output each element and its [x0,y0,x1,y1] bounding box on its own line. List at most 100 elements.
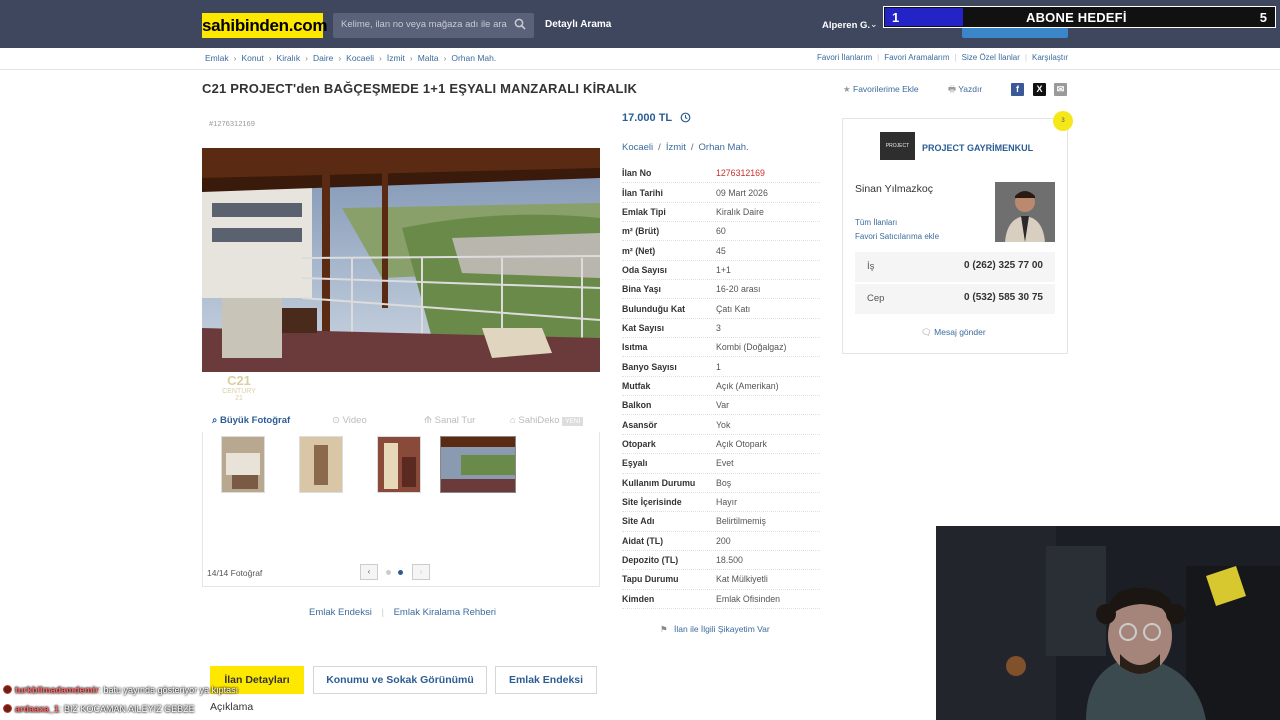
x-share-icon[interactable]: X [1033,83,1046,96]
location-city[interactable]: Kocaeli [622,142,653,153]
breadcrumb-separator: › [233,53,237,63]
breadcrumb-item[interactable]: Emlak [205,53,229,63]
site-logo[interactable]: sahibinden.com [202,13,328,38]
location-district[interactable]: İzmit [666,142,686,153]
print-link[interactable]: 🖶 Yazdır [948,84,982,98]
thumbnail[interactable] [299,436,343,493]
detail-row: Isıtma Kombi (Doğalgaz) [622,338,820,358]
report-listing-link[interactable]: ⚑ İlan ile İlgili Şikayetim Var [660,624,770,635]
link-separator: | [877,53,880,62]
detail-key: Balkon [622,400,652,411]
detail-row: Oda Sayısı 1+1 [622,261,820,281]
detail-row: Banyo Sayısı 1 [622,357,820,377]
pager-dot[interactable] [386,570,391,575]
detail-row: Emlak Tipi Kiralık Daire [622,203,820,223]
detail-value: Boş [716,477,732,488]
house-icon: ⌂ [510,415,516,426]
emlak-endeksi-link[interactable]: Emlak Endeksi [309,607,372,618]
send-message-link[interactable]: 🗨 Mesaj gönder [921,327,986,338]
report-listing-label: İlan ile İlgili Şikayetim Var [674,624,770,634]
tab-emlak-endeksi[interactable]: Emlak Endeksi [495,666,597,694]
detail-row: Tapu Durumu Kat Mülkiyetli [622,570,820,590]
detail-key: Kat Sayısı [622,322,665,333]
detail-row: Kat Sayısı 3 [622,319,820,339]
search-icon[interactable] [514,18,526,30]
top-link[interactable]: Favori İlanlarım [817,53,872,62]
chat-text: : BIZ KOCAMAN AILEYIZ GEBZE [59,704,195,714]
add-favorite-link[interactable]: ★ Favorilerime Ekle [843,84,919,95]
tab-location-street-view[interactable]: Konumu ve Sokak Görünümü [313,666,487,694]
thumbnail[interactable] [377,436,421,493]
detail-row: Balkon Var [622,396,820,416]
main-photo[interactable] [202,148,600,372]
breadcrumb-item[interactable]: Daire [313,53,333,63]
balcony-photo [202,148,600,372]
breadcrumb-separator: › [409,53,413,63]
breadcrumb-item[interactable]: Kocaeli [346,53,374,63]
all-ads-link[interactable]: Tüm İlanları [855,218,897,227]
prev-photo-button[interactable]: ‹ [360,564,378,580]
phone-mobile-number[interactable]: 0 (532) 585 30 75 [964,292,1043,303]
printer-icon: 🖶 [948,84,957,94]
link-separator: | [1024,53,1027,62]
detail-key: İlan No [622,168,652,179]
chevron-down-icon[interactable]: ⌄ [870,19,878,30]
user-menu[interactable]: Alperen G. [822,20,870,31]
breadcrumb-item[interactable]: İzmit [387,53,405,63]
tab-large-photo[interactable]: ⌕ Büyük Fotoğraf [212,415,290,426]
seller-logo[interactable]: PROJECT [880,132,915,160]
tab-video[interactable]: ⊙ Video [332,415,367,426]
advanced-search-link[interactable]: Detaylı Arama [545,19,611,30]
detail-key: Otopark [622,438,656,449]
detail-key: Bina Yaşı [622,284,661,295]
thumbnail-active[interactable] [440,436,516,493]
breadcrumb-item[interactable]: Orhan Mah. [451,53,496,63]
breadcrumb-separator: › [443,53,447,63]
tab-sahideko[interactable]: ⌂ SahiDeko YENİ [510,415,584,426]
detail-key: Emlak Tipi [622,206,666,217]
search-input[interactable]: Kelime, ilan no veya mağaza adı ile ara [333,13,534,38]
detail-row: Kullanım Durumu Boş [622,474,820,493]
location-breadcrumb: Kocaeli / İzmit / Orhan Mah. [622,142,749,153]
thumbnail[interactable] [221,436,265,493]
phone-mobile: Cep 0 (532) 585 30 75 [855,284,1055,314]
breadcrumb-item[interactable]: Konut [241,53,263,63]
detail-value: 3 [716,322,721,333]
detail-value: Kat Mülkiyetli [716,574,768,585]
detail-key: İlan Tarihi [622,187,663,198]
agent-name: Sinan Yılmazkoç [855,183,934,195]
rental-guide-link[interactable]: Emlak Kiralama Rehberi [394,607,496,618]
description-heading: Açıklama [210,701,254,713]
detail-key: m² (Net) [622,245,656,256]
tab-virtual-tour[interactable]: ⟰ Sanal Tur [424,415,475,426]
location-neighborhood[interactable]: Orhan Mah. [699,142,749,153]
detail-value: 16-20 arası [716,284,761,295]
email-share-icon[interactable]: ✉ [1054,83,1067,96]
breadcrumb-item[interactable]: Malta [418,53,439,63]
phone-work-number[interactable]: 0 (262) 325 77 00 [964,260,1043,271]
chat-text: : batu yayında gösteriyor ya kıptası [98,685,239,695]
price: 17.000 TL [622,112,673,124]
breadcrumb-item[interactable]: Kiralık [277,53,301,63]
pager-dot-active[interactable] [398,570,403,575]
chat-badge-icon [3,685,12,694]
breadcrumb-separator: › [305,53,308,63]
top-link[interactable]: Size Özel İlanlar [962,53,1020,62]
detail-key: Kimden [622,593,655,604]
century21-watermark: C21 CENTURY 21 [219,373,259,402]
webcam-overlay [936,526,1280,720]
facebook-share-icon[interactable]: f [1011,83,1024,96]
top-link[interactable]: Karşılaştır [1032,53,1068,62]
detail-row: m² (Brüt) 60 [622,222,820,242]
detail-value: Açık (Amerikan) [716,380,779,391]
add-favorite-label: Favorilerime Ekle [853,84,919,94]
star-icon: ★ [843,84,851,94]
add-favorite-seller-link[interactable]: Favori Satıcılarıma ekle [855,232,939,241]
price-history-icon[interactable] [680,112,691,123]
detail-value: Evet [716,458,734,469]
breadcrumb: Emlak › Konut › Kiralık › Daire › Kocaeli › İzmit ›… [205,53,496,63]
next-photo-button[interactable]: › [412,564,430,580]
photo-pager: ‹ › [360,564,430,581]
seller-name[interactable]: PROJECT GAYRİMENKUL [922,143,1033,153]
top-link[interactable]: Favori Aramalarım [884,53,949,62]
